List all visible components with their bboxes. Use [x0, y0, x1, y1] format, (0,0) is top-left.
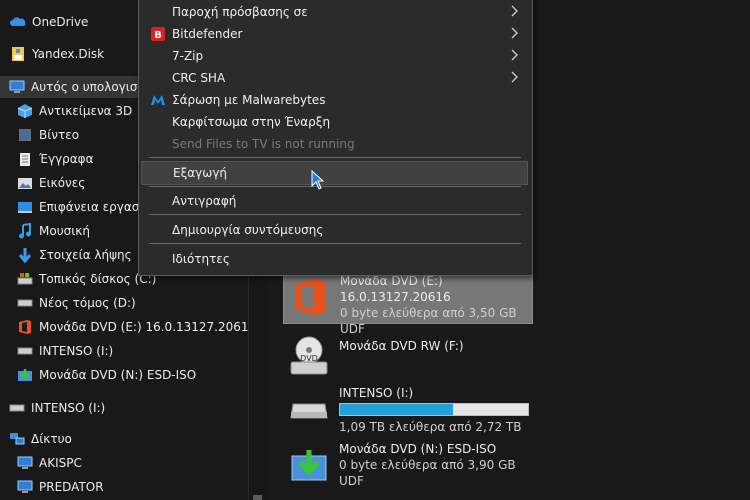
nav-item-label: Δίκτυο [31, 432, 72, 446]
menu-separator [149, 214, 521, 215]
chevron-right-icon [511, 27, 518, 39]
menu-separator [149, 186, 521, 187]
menu-item-label: Bitdefender [172, 27, 243, 41]
drive-tile-intenso-i[interactable]: INTENSO (I:) 1,09 TB ελεύθερα από 2,72 T… [283, 385, 531, 435]
drive-usage-bar [339, 403, 529, 416]
nav-item-akispc[interactable]: AKISPC [0, 452, 265, 474]
menu-separator [149, 157, 521, 158]
nav-item-network[interactable]: Δίκτυο [0, 428, 257, 450]
menu-item-send-files-to-tv: Send Files to TV is not running [141, 133, 526, 155]
drive-tile-dvd-rw-f[interactable]: DVD Μονάδα DVD RW (F:) [283, 332, 531, 380]
nav-item-label: AKISPC [39, 456, 82, 470]
menu-item-give-access[interactable]: Παροχή πρόσβασης σε [141, 1, 526, 23]
bitdefender-icon: B [144, 27, 172, 41]
nav-item-label: PREDATOR [39, 480, 104, 494]
esd-dvd-icon [17, 367, 33, 383]
nav-item-label: Εικόνες [39, 176, 86, 190]
nav-item-label: OneDrive [32, 15, 89, 29]
drive-free-space: 0 byte ελεύθερα από 3,90 GB [339, 458, 516, 472]
chevron-right-icon [511, 71, 518, 83]
office-dvd-icon [284, 273, 336, 321]
yandex-disk-icon [10, 46, 26, 62]
nav-item-intenso-i-root[interactable]: INTENSO (I:) [0, 397, 257, 419]
drive-free-space: 1,09 TB ελεύθερα από 2,72 TB [339, 420, 522, 434]
pictures-folder-icon [17, 175, 33, 191]
mouse-cursor-icon [311, 170, 325, 190]
svg-text:DVD: DVD [300, 354, 318, 363]
nav-item-label: Μουσική [39, 224, 90, 238]
menu-item-7zip[interactable]: 7-Zip [141, 45, 526, 67]
menu-separator [149, 243, 521, 244]
nav-item-label: Βίντεο [39, 128, 80, 142]
drive-tile-dvd-e[interactable]: Μονάδα DVD (E:) 16.0.13127.20616 0 byte … [283, 272, 533, 336]
nav-item-label: Yandex.Disk [32, 47, 105, 61]
music-folder-icon [17, 223, 33, 239]
nav-item-new-volume-d[interactable]: Νέος τόμος (D:) [0, 292, 265, 314]
nav-item-intenso-i[interactable]: INTENSO (I:) [0, 340, 265, 362]
menu-item-create-shortcut[interactable]: Δημιουργία συντόμευσης [141, 219, 526, 241]
nav-item-label: INTENSO (I:) [39, 344, 114, 358]
menu-item-label: Καρφίτσωμα στην Έναρξη [172, 115, 331, 129]
menu-item-label: Αντιγραφή [172, 194, 237, 208]
nav-item-label: Έγγραφα [39, 152, 94, 166]
drive-icon [17, 295, 33, 311]
drive-name: Μονάδα DVD (N:) ESD-ISO [339, 442, 497, 456]
drive-name: Μονάδα DVD (E:) 16.0.13127.20616 [340, 274, 451, 304]
chevron-right-icon [511, 5, 518, 17]
menu-item-copy[interactable]: Αντιγραφή [141, 190, 526, 212]
nav-item-label: Αντικείμενα 3D [39, 104, 133, 118]
nav-item-dvd-e[interactable]: Μονάδα DVD (E:) 16.0.13127.20616 [0, 316, 265, 338]
menu-item-bitdefender[interactable]: B Bitdefender [141, 23, 526, 45]
malwarebytes-icon [144, 94, 172, 106]
menu-item-label: Ιδιότητες [172, 252, 230, 266]
dvd-rw-icon: DVD [283, 332, 335, 380]
downloads-folder-icon [17, 247, 33, 263]
nav-item-label: INTENSO (I:) [31, 401, 106, 415]
menu-item-eject[interactable]: Εξαγωγή [141, 161, 528, 185]
nav-item-dvd-n[interactable]: Μονάδα DVD (N:) ESD-ISO [0, 364, 265, 386]
context-menu: Παροχή πρόσβασης σε B Bitdefender 7-Zip … [138, 0, 533, 276]
drive-tile-dvd-n[interactable]: Μονάδα DVD (N:) ESD-ISO 0 byte ελεύθερα … [283, 441, 531, 491]
computer-icon [17, 479, 33, 495]
drive-usage-fill [340, 404, 453, 415]
video-folder-icon [17, 127, 33, 143]
drive-icon [283, 385, 335, 433]
menu-item-properties[interactable]: Ιδιότητες [141, 248, 526, 270]
menu-item-pin-to-start[interactable]: Καρφίτσωμα στην Έναρξη [141, 111, 526, 133]
nav-item-label: Μονάδα DVD (N:) ESD-ISO [39, 368, 197, 382]
nav-item-label: Νέος τόμος (D:) [39, 296, 136, 310]
nav-item-label: Στοιχεία λήψης [39, 248, 132, 262]
scrollbar-thumb[interactable] [253, 495, 262, 500]
chevron-right-icon [511, 49, 518, 61]
menu-item-label: Send Files to TV is not running [172, 137, 355, 151]
menu-item-crc-sha[interactable]: CRC SHA [141, 67, 526, 89]
drive-icon [17, 343, 33, 359]
3d-objects-icon [17, 103, 33, 119]
menu-item-malwarebytes-scan[interactable]: Σάρωση με Malwarebytes [141, 89, 526, 111]
drive-name: Μονάδα DVD RW (F:) [339, 339, 464, 353]
drive-icon [9, 400, 25, 416]
onedrive-icon [10, 14, 26, 30]
menu-item-label: Εξαγωγή [173, 166, 228, 180]
nav-item-predator[interactable]: PREDATOR [0, 476, 265, 498]
this-pc-icon [9, 79, 25, 95]
office-dvd-icon [17, 319, 33, 335]
menu-item-label: Δημιουργία συντόμευσης [172, 223, 324, 237]
drive-free-space: 0 byte ελεύθερα από 3,50 GB [340, 306, 517, 320]
menu-item-label: 7-Zip [172, 49, 204, 63]
documents-folder-icon [17, 151, 33, 167]
drive-filesystem: UDF [339, 474, 364, 488]
network-icon [9, 431, 25, 447]
desktop-folder-icon [17, 199, 33, 215]
local-disk-icon [17, 271, 33, 287]
menu-item-label: Σάρωση με Malwarebytes [172, 93, 326, 107]
drive-name: INTENSO (I:) [339, 386, 414, 400]
menu-item-label: Παροχή πρόσβασης σε [172, 5, 308, 19]
menu-item-label: CRC SHA [172, 71, 226, 85]
computer-icon [17, 455, 33, 471]
svg-text:B: B [154, 30, 162, 41]
nav-item-label: Μονάδα DVD (E:) 16.0.13127.20616 [39, 320, 257, 334]
esd-dvd-icon [283, 441, 335, 489]
